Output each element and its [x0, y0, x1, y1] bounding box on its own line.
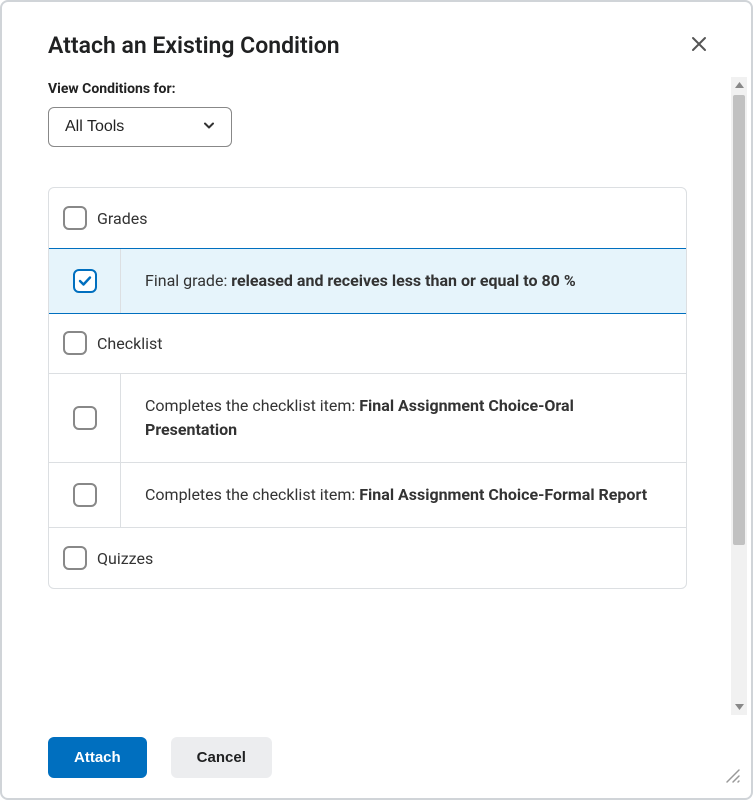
scroll-down-arrow-icon[interactable] — [731, 699, 747, 715]
filter-select[interactable]: All Tools — [48, 107, 232, 147]
condition-checkbox-cell — [49, 249, 121, 313]
group-checkbox[interactable] — [63, 546, 87, 570]
condition-checkbox[interactable] — [73, 269, 97, 293]
condition-text: Completes the checklist item: Final Assi… — [121, 374, 686, 462]
scrollbar[interactable] — [731, 77, 747, 715]
filter-select-value: All Tools — [65, 118, 124, 135]
scrollbar-thumb[interactable] — [733, 95, 745, 545]
filter-label: View Conditions for: — [48, 81, 687, 97]
condition-checkbox-cell — [49, 374, 121, 462]
modal-title: Attach an Existing Condition — [48, 32, 340, 59]
group-checkbox[interactable] — [63, 206, 87, 230]
attach-button[interactable]: Attach — [48, 737, 147, 778]
group-row: Quizzes — [49, 528, 686, 588]
modal-body: View Conditions for: All Tools Grades Fin… — [2, 77, 751, 719]
group-label: Checklist — [97, 334, 162, 353]
scroll-area[interactable]: View Conditions for: All Tools Grades Fin… — [2, 77, 733, 719]
filter-select-wrap: All Tools — [48, 107, 232, 147]
modal-header: Attach an Existing Condition — [2, 2, 751, 77]
condition-detail: released and receives less than or equal… — [231, 271, 575, 290]
condition-row[interactable]: Final grade: released and receives less … — [48, 248, 687, 314]
condition-checkbox[interactable] — [73, 483, 97, 507]
condition-row[interactable]: Completes the checklist item: Final Assi… — [49, 463, 686, 528]
condition-prefix: Final grade: — [145, 271, 231, 290]
condition-text: Final grade: released and receives less … — [121, 249, 686, 313]
group-row: Checklist — [49, 313, 686, 374]
group-checkbox[interactable] — [63, 331, 87, 355]
group-row: Grades — [49, 188, 686, 249]
resize-handle-icon[interactable] — [725, 768, 741, 788]
group-label: Grades — [97, 209, 147, 228]
condition-detail: Final Assignment Choice-Formal Report — [359, 485, 647, 504]
condition-checkbox-cell — [49, 463, 121, 527]
condition-checkbox[interactable] — [73, 406, 97, 430]
condition-prefix: Completes the checklist item: — [145, 396, 359, 415]
close-button[interactable] — [687, 32, 711, 59]
attach-condition-modal: Attach an Existing Condition View Condit… — [0, 0, 753, 800]
condition-prefix: Completes the checklist item: — [145, 485, 359, 504]
scroll-up-arrow-icon[interactable] — [731, 77, 747, 93]
close-icon — [691, 40, 707, 55]
cancel-button[interactable]: Cancel — [171, 737, 272, 778]
modal-footer: Attach Cancel — [2, 719, 751, 798]
group-label: Quizzes — [97, 549, 153, 568]
conditions-list: Grades Final grade: released and receives… — [48, 187, 687, 589]
condition-text: Completes the checklist item: Final Assi… — [121, 463, 686, 527]
condition-row[interactable]: Completes the checklist item: Final Assi… — [49, 374, 686, 463]
